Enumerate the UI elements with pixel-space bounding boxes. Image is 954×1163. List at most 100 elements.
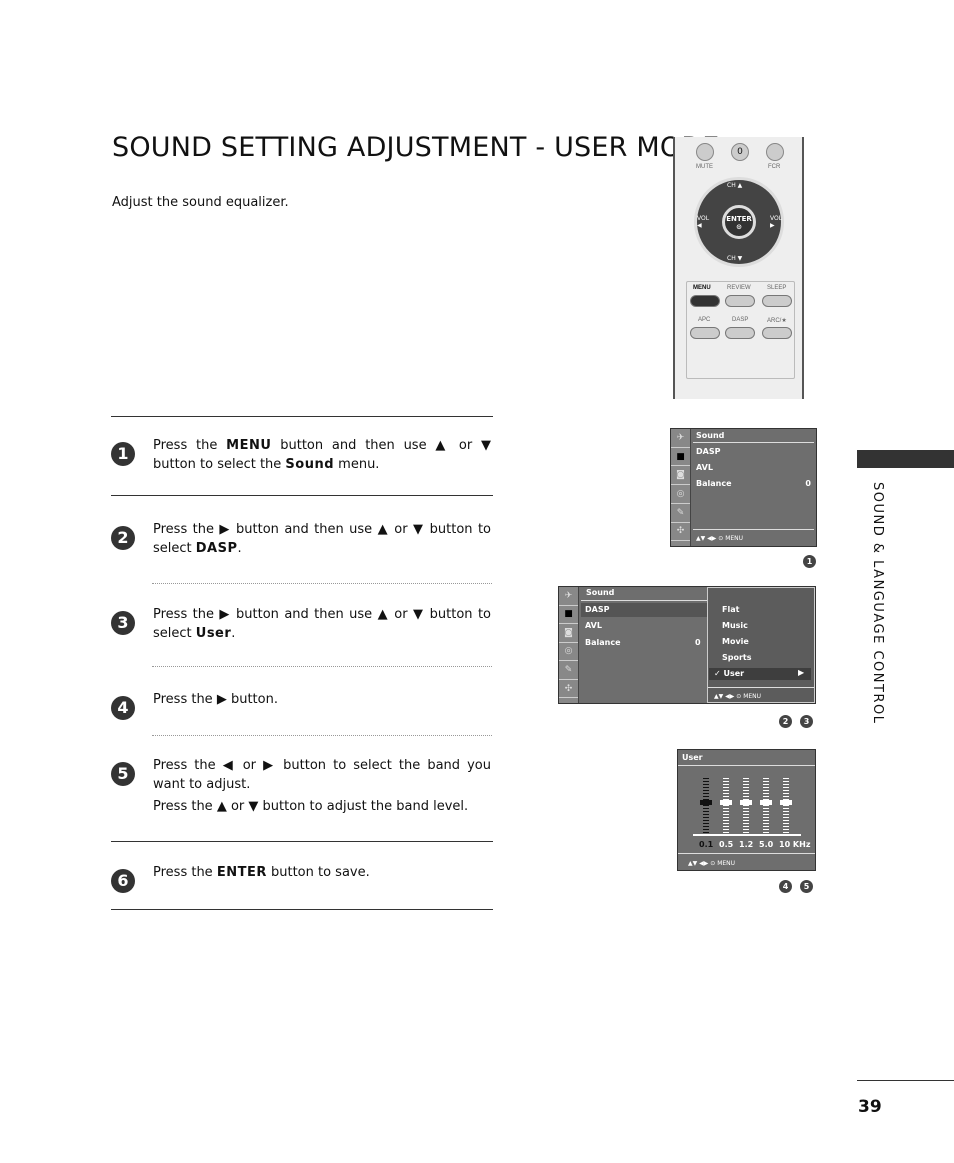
eq-band-label: 0.5 <box>719 840 734 849</box>
dasp-submenu: Flat Music Movie Sports ✓ User ▶ ▲▼ ◀▶ ⊙… <box>707 587 815 703</box>
eq-slider-knob <box>740 800 752 805</box>
divider <box>111 495 493 496</box>
step-text-part: ▲ <box>435 438 451 453</box>
step-text-part: button to select the <box>153 457 286 472</box>
step-badge: 1 <box>803 555 816 568</box>
step-text-part: Press the <box>153 607 220 622</box>
option-user: ✓ User <box>714 669 745 678</box>
option-sports: Sports <box>722 653 752 662</box>
step-text-part: ▲ <box>377 607 389 622</box>
step-text: Press the ▶ button and then use ▲ or ▼ b… <box>153 520 491 558</box>
step-text-part: ▼ <box>248 799 259 814</box>
step-text-part: ▲ <box>216 799 227 814</box>
step-text: Press the ▶ button. <box>153 690 491 709</box>
menu-item-avl: AVL <box>696 463 713 472</box>
step-text: Press the ▲ or ▼ button to adjust the ba… <box>153 797 491 816</box>
step-text-part: Sound <box>285 457 335 472</box>
step-text-part: button and then use <box>271 438 436 453</box>
menu-title: Sound <box>696 431 725 440</box>
step-text-part: button and then use <box>230 522 378 537</box>
review-label: REVIEW <box>727 285 751 291</box>
divider <box>152 666 492 667</box>
menu-item-dasp: DASP <box>585 605 610 614</box>
step-text-part: or <box>388 607 413 622</box>
fcr-button <box>766 143 784 161</box>
divider <box>111 909 493 910</box>
menu-footer: ▲▼ ◀▶ ⊙ MENU <box>714 693 762 700</box>
menu-footer: ▲▼ ◀▶ ⊙ MENU <box>696 535 744 542</box>
step-text-part: Press the <box>153 522 220 537</box>
step-text-part: ▼ <box>480 438 491 453</box>
divider <box>111 416 493 417</box>
step-number: 4 <box>111 696 135 720</box>
section-label: SOUND & LANGUAGE CONTROL <box>870 482 885 725</box>
fcr-label: FCR <box>768 164 781 170</box>
eq-slider-knob <box>700 800 712 805</box>
menu-title: User <box>682 753 703 762</box>
step-text-part: Press the <box>153 799 217 814</box>
step-text-part: ▲ <box>377 522 389 537</box>
arc-button <box>762 327 792 339</box>
eq-band-slider <box>740 778 752 838</box>
menu-button <box>690 295 720 307</box>
step-text-part: Press the <box>153 692 217 707</box>
page-number: 39 <box>858 1097 882 1117</box>
step-text-part: ▼ <box>412 522 425 537</box>
step-text: Press the ENTER button to save. <box>153 863 491 882</box>
step-text: Press the ◀ or ▶ button to select the ba… <box>153 756 491 794</box>
step-text-part: User <box>195 626 232 641</box>
mute-label: MUTE <box>696 164 713 170</box>
section-tab <box>857 450 954 468</box>
eq-band-label: 1.2 <box>739 840 754 849</box>
sleep-label: SLEEP <box>767 285 787 291</box>
step-text-part: button to adjust the band level. <box>258 799 469 814</box>
step-text-part: . <box>237 541 242 556</box>
option-music: Music <box>722 621 748 630</box>
menu-title: Sound <box>586 588 615 597</box>
menu-item-dasp: DASP <box>696 447 721 456</box>
step-number: 6 <box>111 869 135 893</box>
intro-text: Adjust the sound equalizer. <box>112 195 289 210</box>
step-text-part: button to save. <box>266 865 370 880</box>
eq-band-label: 0.1 <box>699 840 714 849</box>
step-text-part: . <box>231 626 236 641</box>
vol-right-label: VOL ▶ <box>770 215 783 229</box>
divider <box>152 583 492 584</box>
sound-menu-screenshot: ✈ ■ ◙ ◎ ✎ ✣ Sound DASP AVL Balance 0 ▲▼ ◀▶ ⊙ … <box>670 428 817 547</box>
step-text-part: Press the <box>153 865 217 880</box>
eq-band-label: 10 KHz <box>779 840 811 849</box>
eq-slider-knob <box>760 800 772 805</box>
eq-band-label: 5.0 <box>759 840 774 849</box>
step-text-part: Press the <box>153 758 223 773</box>
step-text-part: ▼ <box>412 607 425 622</box>
balance-value: 0 <box>805 479 811 488</box>
eq-slider-knob <box>720 800 732 805</box>
step-number: 3 <box>111 611 135 635</box>
page-title: SOUND SETTING ADJUSTMENT - USER MODE <box>112 132 720 163</box>
step-text-part: ▶ <box>216 692 227 707</box>
step-number: 1 <box>111 442 135 466</box>
menu-footer: ▲▼ ◀▶ ⊙ MENU <box>688 860 736 867</box>
review-button <box>725 295 755 307</box>
step-text-part: or <box>226 799 249 814</box>
right-arrow-icon: ▶ <box>798 668 805 677</box>
ch-up-label: CH ▲ <box>727 182 743 189</box>
step-badge: 3 <box>800 715 813 728</box>
step-text-part: button and then use <box>230 607 378 622</box>
eq-band-slider <box>700 778 712 838</box>
menu-item-balance: Balance <box>696 479 732 488</box>
remote-control-illustration: 0 MUTE FCR ENTER ⊙ CH ▲ CH ▼ VOL ◀ VOL ▶ … <box>673 137 804 399</box>
step-text-part: or <box>388 522 413 537</box>
apc-button <box>690 327 720 339</box>
arc-label: ARC/★ <box>767 318 787 324</box>
step-badge: 4 <box>779 880 792 893</box>
step-number: 5 <box>111 762 135 786</box>
ch-down-label: CH ▼ <box>727 255 743 262</box>
eq-slider-knob <box>780 800 792 805</box>
button-group: MENU REVIEW SLEEP APC DASP ARC/★ <box>686 281 795 379</box>
menu-item-balance: Balance <box>585 638 621 647</box>
eq-band-slider <box>760 778 772 838</box>
divider <box>152 735 492 736</box>
step-number: 2 <box>111 526 135 550</box>
dasp-label: DASP <box>732 317 749 323</box>
